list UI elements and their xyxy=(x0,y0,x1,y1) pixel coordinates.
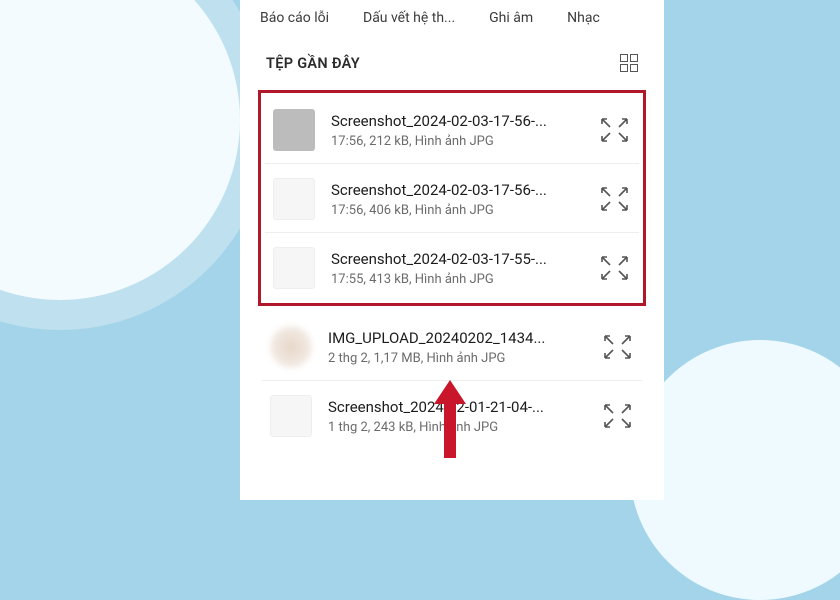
file-thumbnail xyxy=(270,395,312,437)
grid-view-icon[interactable] xyxy=(620,54,638,72)
file-info: Screenshot_2024-02-03-17-55-... 17:55, 4… xyxy=(331,250,591,287)
file-meta: 17:55, 413 kB, Hình ảnh JPG xyxy=(331,272,591,287)
tab-system-trace[interactable]: Dấu vết hệ th... xyxy=(363,10,455,26)
file-meta: 2 thg 2, 1,17 MB, Hình ảnh JPG xyxy=(328,351,594,366)
tab-music[interactable]: Nhạc xyxy=(567,10,600,26)
highlight-annotation: Screenshot_2024-02-03-17-56-... 17:56, 2… xyxy=(258,90,646,306)
file-row[interactable]: Screenshot_2024-02-03-17-56-... 17:56, 4… xyxy=(265,164,639,233)
file-info: IMG_UPLOAD_20240202_1434... 2 thg 2, 1,1… xyxy=(328,329,594,366)
file-name: Screenshot_2024-02-03-17-56-... xyxy=(331,112,591,130)
file-info: Screenshot_2024-02-03-17-56-... 17:56, 4… xyxy=(331,181,591,218)
file-name: Screenshot_2024-02-03-17-55-... xyxy=(331,250,591,268)
file-thumbnail xyxy=(273,247,315,289)
file-thumbnail xyxy=(273,178,315,220)
file-row[interactable]: Screenshot_2024-02-03-17-55-... 17:55, 4… xyxy=(265,233,639,301)
file-row[interactable]: Screenshot_2024-02-03-17-56-... 17:56, 2… xyxy=(265,95,639,164)
file-info: Screenshot_2024-02-03-17-56-... 17:56, 2… xyxy=(331,112,591,149)
section-header: TỆP GẦN ĐÂY xyxy=(240,36,664,86)
expand-icon[interactable] xyxy=(604,404,634,428)
file-meta: 17:56, 406 kB, Hình ảnh JPG xyxy=(331,203,591,218)
tab-recording[interactable]: Ghi âm xyxy=(489,10,533,26)
expand-icon[interactable] xyxy=(601,256,631,280)
bg-decoration-left xyxy=(0,0,240,300)
section-title: TỆP GẦN ĐÂY xyxy=(266,55,360,72)
file-thumbnail xyxy=(273,109,315,151)
annotation-arrow-icon xyxy=(430,380,470,460)
file-row[interactable]: IMG_UPLOAD_20240202_1434... 2 thg 2, 1,1… xyxy=(262,312,642,381)
category-tabs: Báo cáo lỗi Dấu vết hệ th... Ghi âm Nhạc xyxy=(240,0,664,36)
expand-icon[interactable] xyxy=(604,335,634,359)
tab-bug-report[interactable]: Báo cáo lỗi xyxy=(260,10,329,26)
file-name: Screenshot_2024-02-03-17-56-... xyxy=(331,181,591,199)
file-meta: 17:56, 212 kB, Hình ảnh JPG xyxy=(331,134,591,149)
file-name: IMG_UPLOAD_20240202_1434... xyxy=(328,329,594,347)
expand-icon[interactable] xyxy=(601,187,631,211)
file-thumbnail xyxy=(270,326,312,368)
expand-icon[interactable] xyxy=(601,118,631,142)
